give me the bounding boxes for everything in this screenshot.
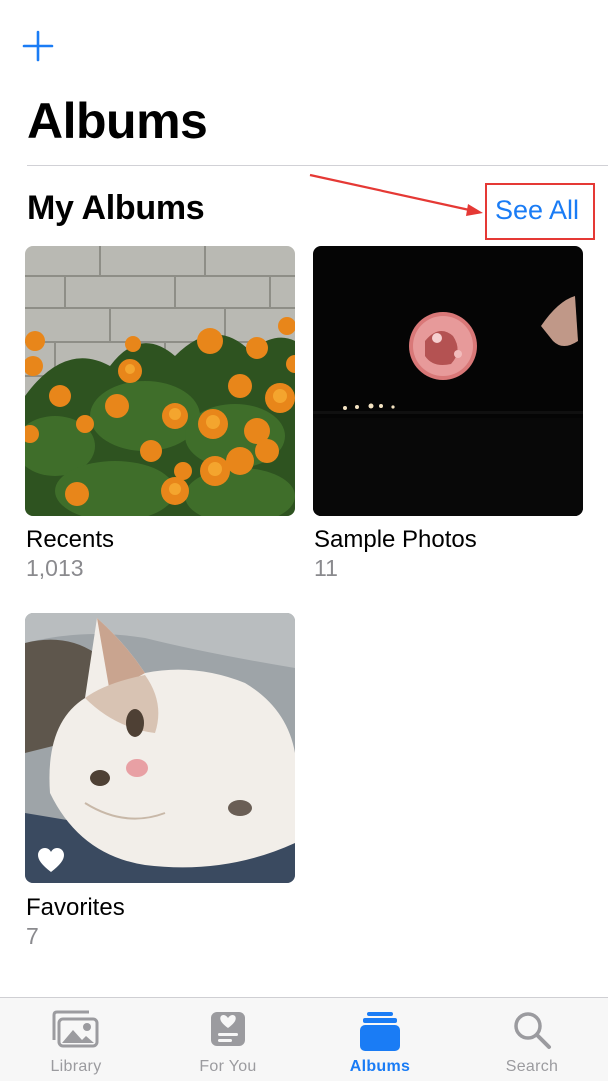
marigold-photo	[25, 246, 295, 516]
album-thumbnail-favorites[interactable]	[25, 613, 295, 883]
page-title: Albums	[27, 93, 208, 149]
album-name-sample-photos: Sample Photos	[314, 526, 477, 553]
album-count-recents: 1,013	[26, 555, 84, 581]
plus-icon	[22, 30, 54, 62]
album-name-recents: Recents	[26, 526, 115, 553]
for-you-icon	[211, 1012, 245, 1046]
annotation-arrow	[309, 173, 483, 216]
album-name-favorites: Favorites	[26, 894, 125, 921]
album-thumbnail-sample-photos[interactable]	[313, 246, 583, 516]
album-count-sample-photos: 11	[314, 555, 338, 581]
search-icon	[514, 1012, 551, 1049]
see-all-link[interactable]: See All	[495, 190, 579, 230]
tab-bar: Library For You Albums Search	[0, 997, 608, 1081]
heart-icon	[38, 848, 64, 872]
album-count-favorites: 7	[26, 923, 39, 949]
albums-icon	[360, 1012, 400, 1051]
tab-label-albums: Albums	[349, 1058, 411, 1075]
section-title-my-albums: My Albums	[27, 189, 205, 227]
tab-label-for-you: For You	[199, 1058, 257, 1075]
photo-library-icon	[52, 1010, 99, 1048]
tab-library[interactable]: Library	[0, 998, 152, 1081]
cat-photo	[25, 613, 295, 883]
add-album-button[interactable]	[22, 30, 54, 62]
concert-photo	[313, 246, 583, 516]
tab-label-library: Library	[50, 1058, 102, 1075]
tab-albums[interactable]: Albums	[304, 998, 456, 1081]
tab-for-you[interactable]: For You	[152, 998, 304, 1081]
tab-search[interactable]: Search	[456, 998, 608, 1081]
tab-label-search: Search	[505, 1058, 559, 1075]
album-thumbnail-recents[interactable]	[25, 246, 295, 516]
